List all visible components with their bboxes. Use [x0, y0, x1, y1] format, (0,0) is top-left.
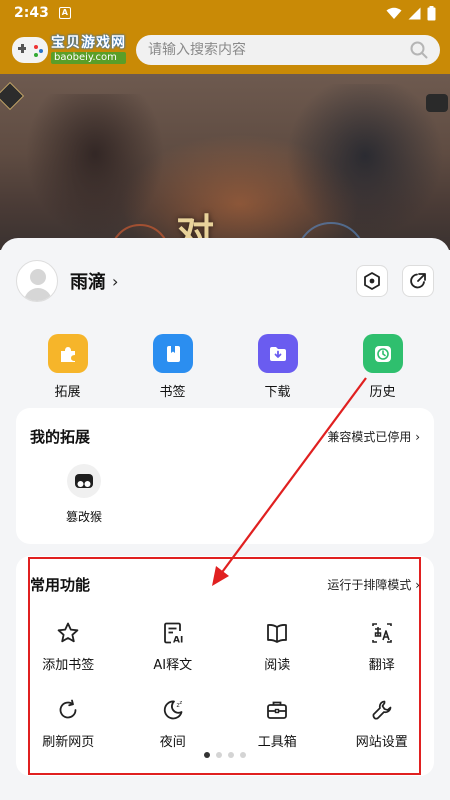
moon-icon: zz	[160, 697, 186, 723]
ai-document-icon: AI	[160, 620, 186, 646]
wrench-icon	[369, 697, 395, 723]
chevron-right-icon[interactable]: ›	[112, 272, 118, 291]
quick-actions: 拓展 书签 下载 历史	[0, 334, 450, 400]
star-icon	[55, 620, 81, 646]
quick-label: 历史	[369, 385, 396, 400]
functions-title: 常用功能	[30, 576, 91, 594]
extensions-title: 我的拓展	[30, 428, 91, 446]
banner-character-left	[20, 94, 170, 244]
app-header: 宝贝游戏网 baobeiy.com	[0, 26, 450, 74]
func-translate[interactable]: 翻译	[330, 620, 435, 673]
func-label: 夜间	[159, 735, 186, 750]
tampermonkey-icon	[67, 464, 101, 498]
logo-text: 宝贝游戏网	[51, 35, 126, 51]
profile-row: 雨滴 ›	[16, 258, 434, 304]
hexagon-settings-icon	[364, 272, 380, 290]
svg-text:AI: AI	[173, 636, 183, 646]
quick-downloads[interactable]: 下载	[225, 334, 330, 400]
logo-domain: baobeiy.com	[51, 52, 126, 64]
bookmark-book-icon	[152, 334, 193, 373]
banner-badge-right	[426, 94, 448, 112]
page-dot[interactable]	[216, 752, 222, 758]
func-label: 添加书签	[42, 658, 95, 673]
toolbox-icon	[264, 697, 290, 723]
wifi-icon	[386, 7, 402, 19]
banner-character-right	[280, 84, 450, 244]
avatar[interactable]	[16, 260, 58, 302]
func-label: 工具箱	[257, 735, 297, 750]
svg-text:z: z	[179, 700, 182, 706]
func-site-settings[interactable]: 网站设置	[330, 697, 435, 750]
book-open-icon	[264, 620, 290, 646]
share-button[interactable]	[402, 265, 434, 297]
gamepad-icon	[12, 37, 48, 63]
extension-label: 篡改猴	[65, 510, 102, 524]
func-reading[interactable]: 阅读	[225, 620, 330, 673]
func-label: 刷新网页	[42, 735, 95, 750]
battery-icon	[427, 5, 436, 20]
game-banner[interactable]: 对	[0, 74, 450, 250]
func-label: 阅读	[264, 658, 291, 673]
func-refresh[interactable]: 刷新网页	[16, 697, 121, 750]
func-night-mode[interactable]: zz 夜间	[121, 697, 226, 750]
translate-icon	[369, 620, 395, 646]
func-label: 网站设置	[355, 735, 408, 750]
puzzle-icon	[47, 334, 88, 373]
quick-extensions[interactable]: 拓展	[15, 334, 120, 400]
settings-hex-button[interactable]	[356, 265, 388, 297]
common-functions-card: 常用功能 运行于排障模式 › 添加书签 AI AI释文 阅读 翻译 刷新网页 z…	[16, 556, 434, 776]
quick-label: 书签	[159, 385, 186, 400]
refresh-icon	[55, 697, 81, 723]
status-time: 2:43	[14, 5, 49, 21]
func-label: AI释文	[153, 658, 193, 673]
share-icon	[410, 273, 426, 289]
page-indicator[interactable]	[16, 752, 434, 758]
extensions-card: 我的拓展 兼容模式已停用 › 篡改猴	[16, 408, 434, 544]
search-icon[interactable]	[410, 41, 428, 59]
func-add-bookmark[interactable]: 添加书签	[16, 620, 121, 673]
clock-icon	[362, 334, 403, 373]
search-input[interactable]	[148, 42, 410, 58]
quick-label: 拓展	[54, 385, 81, 400]
page-dot[interactable]	[228, 752, 234, 758]
download-folder-icon	[257, 334, 298, 373]
troubleshoot-mode-link[interactable]: 运行于排障模式 ›	[327, 576, 420, 593]
page-dot[interactable]	[204, 752, 210, 758]
compat-mode-link[interactable]: 兼容模式已停用 ›	[327, 428, 420, 445]
extension-tampermonkey[interactable]: 篡改猴	[56, 464, 112, 525]
site-logo[interactable]: 宝贝游戏网 baobeiy.com	[12, 32, 128, 68]
status-icons	[386, 5, 436, 21]
page-dot[interactable]	[240, 752, 246, 758]
status-bar: 2:43 A	[0, 0, 450, 26]
notification-icon: A	[58, 7, 71, 19]
func-label: 翻译	[368, 658, 395, 673]
menu-sheet: 雨滴 › 拓展 书签 下载 历史 我的拓展 兼容模式已停用 › 篡改猴 常用功能…	[0, 238, 450, 800]
functions-grid: 添加书签 AI AI释文 阅读 翻译 刷新网页 z z 夜间 工具箱 网站设置	[16, 620, 434, 750]
func-ai-summary[interactable]: AI AI释文	[121, 620, 226, 673]
quick-bookmarks[interactable]: 书签	[120, 334, 225, 400]
search-bar[interactable]	[136, 35, 440, 65]
profile-name[interactable]: 雨滴	[70, 268, 106, 294]
quick-history[interactable]: 历史	[330, 334, 435, 400]
quick-label: 下载	[264, 385, 291, 400]
func-toolbox[interactable]: 工具箱	[225, 697, 330, 750]
signal-icon	[408, 7, 421, 19]
